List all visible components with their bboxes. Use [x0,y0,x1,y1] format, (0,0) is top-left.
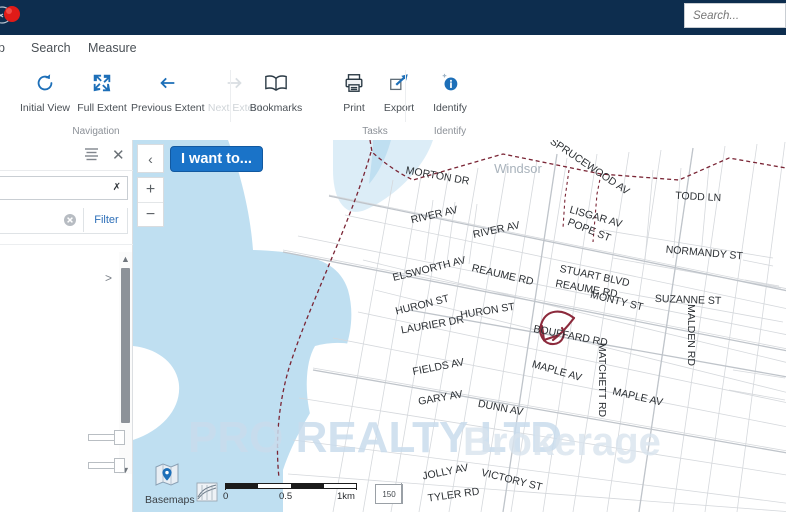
slider-knob[interactable] [114,430,125,445]
ribbon-toolbar: ut Initial View Full Extent Prev [0,62,786,141]
basemaps-button[interactable]: Basemaps [145,462,195,506]
menu-item-search[interactable]: Search [25,39,77,57]
close-icon[interactable]: ✕ [112,146,125,164]
top-bar [0,0,786,35]
menu-bar: p Search Measure [0,35,786,63]
scale-label-mid: 0.5 [279,491,293,502]
scale-label-0: 0 [223,491,229,502]
filter-button[interactable]: Filter [83,208,129,232]
ribbon-group-tasks: Tasks [362,126,388,137]
ribbon-button-full-extent[interactable]: Full Extent [66,68,138,124]
ribbon-label-bookmarks: Bookmarks [249,102,303,114]
search-box[interactable] [684,3,786,28]
zoom-out-button[interactable]: − [138,203,163,227]
opacity-slider-2[interactable] [88,458,132,473]
list-item[interactable]: tion [0,335,120,355]
list-item[interactable]: es > [0,271,120,291]
slider-knob[interactable] [114,458,125,473]
map-graphics: PRO REALTY LTD Brokerage MORTON DRRIVER … [133,140,786,512]
legend-icon[interactable] [196,482,218,502]
ribbon-group-identify: Identify [433,126,467,137]
scale-label-max: 1km [337,491,355,502]
scale-value-box[interactable]: 150 [375,484,403,504]
ribbon-label-identify: Identify [433,102,467,114]
street-label: MALDEN RD [685,304,697,366]
zoom-control: + − [137,177,164,227]
street-label: TODD LN [675,190,721,204]
panel-header: s ✕ [0,140,133,171]
scroll-up-arrow[interactable]: ▲ [121,254,130,264]
clear-circle-icon[interactable] [63,213,77,227]
ribbon-button-bookmarks[interactable]: Bookmarks [240,68,312,124]
scale-ticks [225,483,357,490]
city-label: Windsor [494,161,542,176]
full-extent-icon [66,68,138,98]
ribbon-button-previous-extent[interactable]: Previous Extent [131,68,205,124]
street-label: MATCHETT RD [596,343,608,418]
menu-item-measure[interactable]: Measure [82,39,143,57]
left-side-panel: s ✕ ) ✗ Filter es > tion ▲ ▼ [0,140,133,512]
panel-scrollbar-thumb[interactable] [121,268,130,423]
search-input[interactable] [685,4,785,27]
basemaps-label: Basemaps [145,494,195,506]
chevron-right-icon[interactable]: > [105,271,112,285]
book-icon [240,68,312,98]
panel-collapse-button[interactable]: ‹ [137,144,164,173]
info-icon [414,68,486,98]
ribbon-group-navigation: Navigation [72,126,120,137]
zoom-in-button[interactable]: + [138,178,163,203]
scale-labels: 0 0.5 1km [223,490,355,502]
arrow-left-icon [131,68,203,98]
menu-item-map[interactable]: p [0,39,11,57]
layer-select[interactable]: ) ✗ [0,176,128,200]
brand-logo-icon[interactable] [0,4,38,30]
ribbon-label-previous-extent: Previous Extent [131,102,205,114]
map-canvas[interactable]: PRO REALTY LTD Brokerage MORTON DR RIVER … [133,140,786,512]
ribbon-label-full-extent: Full Extent [77,102,127,114]
scale-value-caret[interactable] [401,483,407,503]
chevron-down-icon: ✗ [112,182,121,193]
filter-row: Filter [0,208,128,234]
i-want-to-button[interactable]: I want to... [170,146,263,172]
scale-bar: 0 0.5 1km [223,483,357,502]
hamburger-icon[interactable] [84,147,99,161]
basemap-pin-icon [155,463,179,486]
opacity-slider-1[interactable] [88,430,132,445]
chevron-left-icon: ‹ [148,150,153,167]
ribbon-button-identify[interactable]: Identify [414,68,486,124]
